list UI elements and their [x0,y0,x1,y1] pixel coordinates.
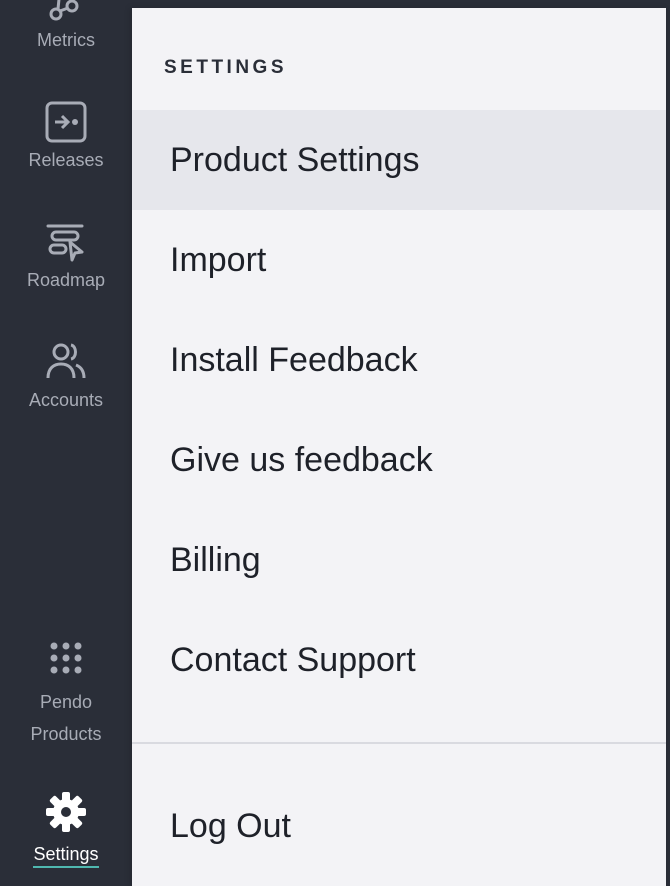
metrics-icon [49,0,79,21]
menu-item-install-feedback[interactable]: Install Feedback [132,310,666,410]
sidebar: Metrics Releases Roadmap Accounts Pendo … [0,0,132,886]
sidebar-item-label: Metrics [37,30,95,50]
sidebar-item-pendo-products[interactable]: Pendo Products [0,638,132,750]
sidebar-item-label-line2: Products [30,724,102,744]
sidebar-item-label: Accounts [28,390,104,410]
menu-item-contact-support[interactable]: Contact Support [132,610,666,710]
releases-icon [45,101,87,143]
menu-item-billing[interactable]: Billing [132,510,666,610]
sidebar-item-label: Settings [33,842,99,868]
menu-divider [132,742,666,744]
grid-dots-icon [50,642,82,674]
menu-item-give-us-feedback[interactable]: Give us feedback [132,410,666,510]
sidebar-item-label: Releases [28,150,104,170]
settings-menu: SETTINGS Product Settings Import Install… [132,8,666,886]
sidebar-item-settings[interactable]: Settings [0,790,132,870]
sidebar-item-roadmap[interactable]: Roadmap [0,220,132,296]
roadmap-icon [46,224,84,262]
menu-item-import[interactable]: Import [132,210,666,310]
sidebar-item-label-line1: Pendo [39,692,93,712]
sidebar-item-label: Roadmap [26,270,106,290]
accounts-icon [46,343,86,379]
gear-icon [46,792,86,832]
sidebar-item-accounts[interactable]: Accounts [0,340,132,416]
menu-header: SETTINGS [164,57,288,78]
menu-item-log-out[interactable]: Log Out [132,776,666,876]
sidebar-item-metrics[interactable]: Metrics [0,0,132,56]
menu-item-product-settings[interactable]: Product Settings [132,110,666,210]
sidebar-item-releases[interactable]: Releases [0,100,132,176]
